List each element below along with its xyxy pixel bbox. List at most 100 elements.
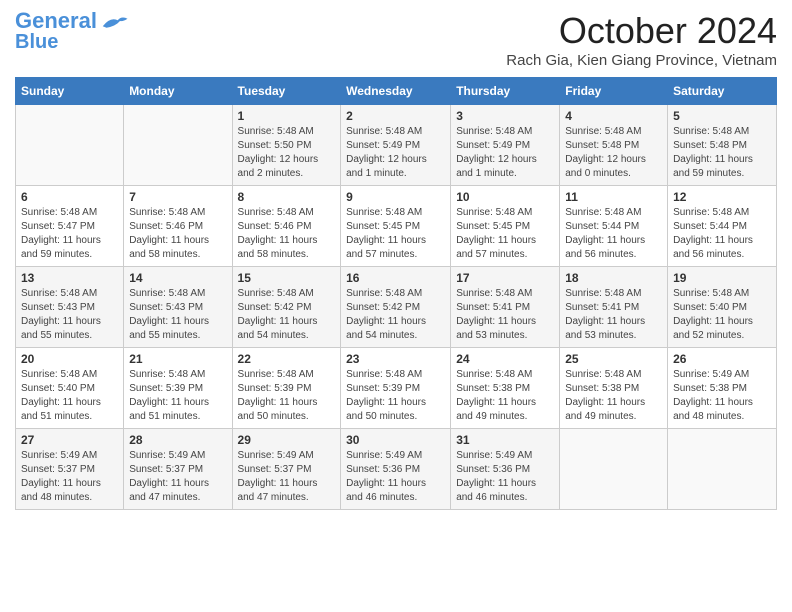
weekday-header-wednesday: Wednesday <box>341 78 451 105</box>
day-info: Sunrise: 5:49 AM Sunset: 5:36 PM Dayligh… <box>346 449 445 505</box>
weekday-header-tuesday: Tuesday <box>232 78 341 105</box>
calendar-cell: 17 Sunrise: 5:48 AM Sunset: 5:41 PM Dayli… <box>451 267 560 348</box>
calendar-cell: 31 Sunrise: 5:49 AM Sunset: 5:36 PM Dayli… <box>451 429 560 510</box>
day-info: Sunrise: 5:49 AM Sunset: 5:37 PM Dayligh… <box>238 449 336 505</box>
day-info: Sunrise: 5:48 AM Sunset: 5:44 PM Dayligh… <box>673 206 771 262</box>
day-info: Sunrise: 5:48 AM Sunset: 5:39 PM Dayligh… <box>129 368 226 424</box>
calendar-cell: 25 Sunrise: 5:48 AM Sunset: 5:38 PM Dayli… <box>560 348 668 429</box>
day-number: 28 <box>129 433 226 447</box>
day-number: 11 <box>565 190 662 204</box>
day-number: 24 <box>456 352 554 366</box>
calendar-cell: 4 Sunrise: 5:48 AM Sunset: 5:48 PM Daylig… <box>560 105 668 186</box>
calendar-cell: 27Sunrise: 5:49 AM Sunset: 5:37 PM Dayli… <box>16 429 124 510</box>
day-number: 25 <box>565 352 662 366</box>
page-header: General Blue October 2024 Rach Gia, Kien… <box>15 10 777 69</box>
day-number: 8 <box>238 190 336 204</box>
day-info: Sunrise: 5:48 AM Sunset: 5:49 PM Dayligh… <box>346 125 445 181</box>
calendar-cell: 28Sunrise: 5:49 AM Sunset: 5:37 PM Dayli… <box>124 429 232 510</box>
weekday-header-friday: Friday <box>560 78 668 105</box>
day-number: 16 <box>346 271 445 285</box>
day-info: Sunrise: 5:48 AM Sunset: 5:42 PM Dayligh… <box>346 287 445 343</box>
day-number: 12 <box>673 190 771 204</box>
day-info: Sunrise: 5:48 AM Sunset: 5:41 PM Dayligh… <box>456 287 554 343</box>
calendar-week-5: 27Sunrise: 5:49 AM Sunset: 5:37 PM Dayli… <box>16 429 777 510</box>
day-info: Sunrise: 5:48 AM Sunset: 5:38 PM Dayligh… <box>456 368 554 424</box>
calendar-cell: 12 Sunrise: 5:48 AM Sunset: 5:44 PM Dayli… <box>668 186 777 267</box>
day-number: 22 <box>238 352 336 366</box>
day-number: 5 <box>673 109 771 123</box>
day-number: 9 <box>346 190 445 204</box>
day-number: 4 <box>565 109 662 123</box>
day-info: Sunrise: 5:49 AM Sunset: 5:36 PM Dayligh… <box>456 449 554 505</box>
weekday-header-thursday: Thursday <box>451 78 560 105</box>
weekday-header-saturday: Saturday <box>668 78 777 105</box>
weekday-header-monday: Monday <box>124 78 232 105</box>
day-number: 15 <box>238 271 336 285</box>
day-number: 13 <box>21 271 118 285</box>
calendar-cell: 9 Sunrise: 5:48 AM Sunset: 5:45 PM Daylig… <box>341 186 451 267</box>
calendar-week-1: 1Sunrise: 5:48 AM Sunset: 5:50 PM Daylig… <box>16 105 777 186</box>
calendar-week-3: 13 Sunrise: 5:48 AM Sunset: 5:43 PM Dayli… <box>16 267 777 348</box>
day-info: Sunrise: 5:48 AM Sunset: 5:43 PM Dayligh… <box>129 287 226 343</box>
day-number: 3 <box>456 109 554 123</box>
calendar-cell: 26 Sunrise: 5:49 AM Sunset: 5:38 PM Dayli… <box>668 348 777 429</box>
day-info: Sunrise: 5:48 AM Sunset: 5:40 PM Dayligh… <box>21 368 118 424</box>
day-number: 17 <box>456 271 554 285</box>
day-number: 1 <box>238 109 336 123</box>
day-info: Sunrise: 5:49 AM Sunset: 5:38 PM Dayligh… <box>673 368 771 424</box>
logo-text: General <box>15 10 97 32</box>
calendar-week-4: 20 Sunrise: 5:48 AM Sunset: 5:40 PM Dayli… <box>16 348 777 429</box>
calendar-cell: 5Sunrise: 5:48 AM Sunset: 5:48 PM Daylig… <box>668 105 777 186</box>
day-info: Sunrise: 5:48 AM Sunset: 5:41 PM Dayligh… <box>565 287 662 343</box>
calendar-cell <box>668 429 777 510</box>
calendar-cell: 8 Sunrise: 5:48 AM Sunset: 5:46 PM Daylig… <box>232 186 341 267</box>
day-info: Sunrise: 5:48 AM Sunset: 5:40 PM Dayligh… <box>673 287 771 343</box>
calendar-cell: 7Sunrise: 5:48 AM Sunset: 5:46 PM Daylig… <box>124 186 232 267</box>
calendar-cell: 14 Sunrise: 5:48 AM Sunset: 5:43 PM Dayli… <box>124 267 232 348</box>
calendar-table: SundayMondayTuesdayWednesdayThursdayFrid… <box>15 77 777 510</box>
day-number: 31 <box>456 433 554 447</box>
day-info: Sunrise: 5:48 AM Sunset: 5:47 PM Dayligh… <box>21 206 118 262</box>
day-info: Sunrise: 5:48 AM Sunset: 5:44 PM Dayligh… <box>565 206 662 262</box>
day-info: Sunrise: 5:48 AM Sunset: 5:43 PM Dayligh… <box>21 287 118 343</box>
day-info: Sunrise: 5:48 AM Sunset: 5:46 PM Dayligh… <box>238 206 336 262</box>
calendar-cell: 10Sunrise: 5:48 AM Sunset: 5:45 PM Dayli… <box>451 186 560 267</box>
day-info: Sunrise: 5:49 AM Sunset: 5:37 PM Dayligh… <box>21 449 118 505</box>
calendar-cell <box>560 429 668 510</box>
day-number: 18 <box>565 271 662 285</box>
calendar-cell: 6 Sunrise: 5:48 AM Sunset: 5:47 PM Daylig… <box>16 186 124 267</box>
calendar-cell: 21Sunrise: 5:48 AM Sunset: 5:39 PM Dayli… <box>124 348 232 429</box>
calendar-cell: 2 Sunrise: 5:48 AM Sunset: 5:49 PM Daylig… <box>341 105 451 186</box>
calendar-cell: 11 Sunrise: 5:48 AM Sunset: 5:44 PM Dayli… <box>560 186 668 267</box>
day-number: 20 <box>21 352 118 366</box>
calendar-cell: 20 Sunrise: 5:48 AM Sunset: 5:40 PM Dayli… <box>16 348 124 429</box>
calendar-cell: 15Sunrise: 5:48 AM Sunset: 5:42 PM Dayli… <box>232 267 341 348</box>
calendar-cell: 30Sunrise: 5:49 AM Sunset: 5:36 PM Dayli… <box>341 429 451 510</box>
day-info: Sunrise: 5:48 AM Sunset: 5:39 PM Dayligh… <box>238 368 336 424</box>
calendar-cell: 19 Sunrise: 5:48 AM Sunset: 5:40 PM Dayli… <box>668 267 777 348</box>
logo: General Blue <box>15 10 129 52</box>
day-number: 23 <box>346 352 445 366</box>
weekday-header-sunday: Sunday <box>16 78 124 105</box>
day-info: Sunrise: 5:48 AM Sunset: 5:45 PM Dayligh… <box>346 206 445 262</box>
logo-bird-icon <box>99 12 129 30</box>
day-number: 2 <box>346 109 445 123</box>
calendar-cell: 13 Sunrise: 5:48 AM Sunset: 5:43 PM Dayli… <box>16 267 124 348</box>
calendar-cell: 29Sunrise: 5:49 AM Sunset: 5:37 PM Dayli… <box>232 429 341 510</box>
logo-blue: Blue <box>15 32 58 52</box>
calendar-cell: 16 Sunrise: 5:48 AM Sunset: 5:42 PM Dayli… <box>341 267 451 348</box>
calendar-cell: 24 Sunrise: 5:48 AM Sunset: 5:38 PM Dayli… <box>451 348 560 429</box>
day-number: 26 <box>673 352 771 366</box>
day-number: 7 <box>129 190 226 204</box>
day-info: Sunrise: 5:48 AM Sunset: 5:48 PM Dayligh… <box>565 125 662 181</box>
day-number: 19 <box>673 271 771 285</box>
day-number: 14 <box>129 271 226 285</box>
calendar-cell <box>16 105 124 186</box>
day-info: Sunrise: 5:48 AM Sunset: 5:45 PM Dayligh… <box>456 206 554 262</box>
day-number: 6 <box>21 190 118 204</box>
subtitle: Rach Gia, Kien Giang Province, Vietnam <box>506 52 777 69</box>
weekday-header-row: SundayMondayTuesdayWednesdayThursdayFrid… <box>16 78 777 105</box>
calendar-cell: 22 Sunrise: 5:48 AM Sunset: 5:39 PM Dayli… <box>232 348 341 429</box>
calendar-cell <box>124 105 232 186</box>
day-info: Sunrise: 5:48 AM Sunset: 5:38 PM Dayligh… <box>565 368 662 424</box>
